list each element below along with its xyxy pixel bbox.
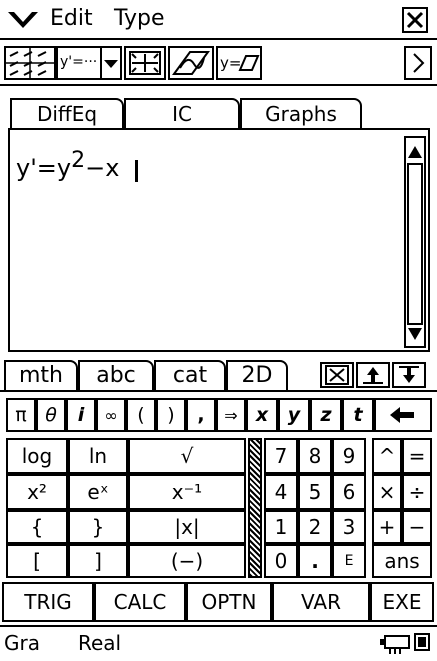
key-pi[interactable]: π [6, 398, 36, 432]
key-ln[interactable]: ln [68, 438, 128, 474]
vertical-scrollbar[interactable] [404, 136, 426, 348]
key-plus[interactable]: + [372, 510, 402, 544]
key-t[interactable]: t [342, 398, 374, 432]
slope-field-button[interactable] [4, 46, 56, 80]
key-abs[interactable]: |x| [128, 510, 246, 544]
key-multiply[interactable]: × [372, 474, 402, 510]
key-negative[interactable]: (−) [128, 544, 246, 578]
key-7[interactable]: 7 [264, 438, 298, 474]
kbtab-mth[interactable]: mth [4, 360, 78, 390]
key-x-squared[interactable]: x² [6, 474, 68, 510]
close-button[interactable] [402, 7, 428, 33]
battery-level [384, 635, 410, 654]
key-theta[interactable]: θ [36, 398, 66, 432]
key-y[interactable]: y [278, 398, 310, 432]
status-angle-mode: Gra [4, 631, 40, 655]
key-4[interactable]: 4 [264, 474, 298, 510]
menu-bar: Edit Type [0, 0, 437, 40]
window-toggle-icon[interactable] [414, 633, 430, 651]
view-window-icon [129, 51, 161, 75]
graph-type-button[interactable]: y'=··· [56, 46, 102, 80]
var-button[interactable]: VAR [272, 582, 370, 622]
key-i[interactable]: i [66, 398, 96, 432]
editor-tabs: DiffEq IC Graphs [0, 92, 437, 130]
scroll-down-icon [408, 328, 422, 340]
toolbar-next-button[interactable] [404, 46, 432, 80]
status-bar: Gra Real [0, 625, 437, 657]
tab-ic[interactable]: IC [124, 98, 240, 128]
draw-button[interactable] [168, 46, 214, 80]
key-sqrt[interactable]: √ [128, 438, 246, 474]
calc-button[interactable]: CALC [94, 582, 186, 622]
key-close-bracket[interactable]: ] [68, 544, 128, 578]
view-window-button[interactable] [124, 46, 166, 80]
key-ans[interactable]: ans [372, 544, 432, 578]
equation-editor[interactable]: y'=y2−x [8, 128, 430, 352]
arrow-up-icon [363, 367, 383, 384]
key-0[interactable]: 0 [264, 544, 298, 578]
key-backspace[interactable] [374, 398, 432, 432]
optn-button[interactable]: OPTN [186, 582, 272, 622]
key-open-paren[interactable]: ( [126, 398, 156, 432]
equation-text: y'=y2−x [16, 148, 120, 182]
key-8[interactable]: 8 [298, 438, 332, 474]
chevron-right-icon [413, 53, 425, 73]
key-implies[interactable]: ⇒ [216, 398, 246, 432]
key-infinity[interactable]: ∞ [96, 398, 126, 432]
key-power[interactable]: ^ [372, 438, 402, 474]
key-close-paren[interactable]: ) [156, 398, 186, 432]
trig-button[interactable]: TRIG [2, 582, 94, 622]
key-minus[interactable]: − [402, 510, 432, 544]
menu-chevron-icon[interactable] [6, 8, 40, 30]
keyboard-close-button[interactable] [320, 362, 354, 388]
key-equals[interactable]: = [402, 438, 432, 474]
status-number-mode: Real [78, 631, 122, 655]
backspace-arrow-icon [390, 407, 414, 423]
key-open-bracket[interactable]: [ [6, 544, 68, 578]
tab-diffeq[interactable]: DiffEq [10, 98, 124, 128]
kbtab-abc[interactable]: abc [78, 360, 154, 390]
draw-graph-icon [172, 51, 210, 75]
arrow-down-icon [399, 366, 419, 383]
slope-field-icon [6, 48, 54, 78]
key-z[interactable]: z [310, 398, 342, 432]
key-9[interactable]: 9 [332, 438, 366, 474]
key-decimal[interactable]: . [298, 544, 332, 578]
menu-type[interactable]: Type [114, 6, 165, 31]
text-cursor [135, 160, 138, 182]
exe-button[interactable]: EXE [370, 582, 434, 622]
key-x[interactable]: x [246, 398, 278, 432]
keyboard-down-button[interactable] [392, 362, 426, 388]
tab-graphs[interactable]: Graphs [240, 98, 362, 128]
key-exponent[interactable]: E [332, 544, 366, 578]
key-2[interactable]: 2 [298, 510, 332, 544]
kbtab-cat[interactable]: cat [154, 360, 226, 390]
key-1[interactable]: 1 [264, 510, 298, 544]
key-close-brace[interactable]: } [68, 510, 128, 544]
key-divide[interactable]: ÷ [402, 474, 432, 510]
keypad-separator [248, 438, 262, 578]
toolbar: y'=··· y= [0, 42, 437, 86]
graph-type-dropdown[interactable] [102, 46, 122, 80]
dropdown-arrow-icon [104, 60, 118, 68]
menu-edit[interactable]: Edit [50, 6, 93, 31]
key-comma[interactable]: , [186, 398, 216, 432]
key-3[interactable]: 3 [332, 510, 366, 544]
keyboard-up-button[interactable] [356, 362, 390, 388]
keyboard-tabs: mth abc cat 2D [0, 358, 437, 392]
keyboard-divider [0, 390, 437, 392]
kbtab-2d[interactable]: 2D [226, 360, 288, 390]
key-open-brace[interactable]: { [6, 510, 68, 544]
key-5[interactable]: 5 [298, 474, 332, 510]
scroll-up-icon [408, 146, 422, 158]
key-reciprocal[interactable]: x⁻¹ [128, 474, 246, 510]
close-icon [406, 11, 424, 29]
graph-type-icon: y'=··· [60, 54, 98, 70]
key-6[interactable]: 6 [332, 474, 366, 510]
scroll-thumb [407, 163, 423, 325]
graph-editor-button[interactable]: y= [216, 46, 262, 80]
key-log[interactable]: log [6, 438, 68, 474]
close-icon [325, 365, 349, 385]
key-exp[interactable]: eˣ [68, 474, 128, 510]
